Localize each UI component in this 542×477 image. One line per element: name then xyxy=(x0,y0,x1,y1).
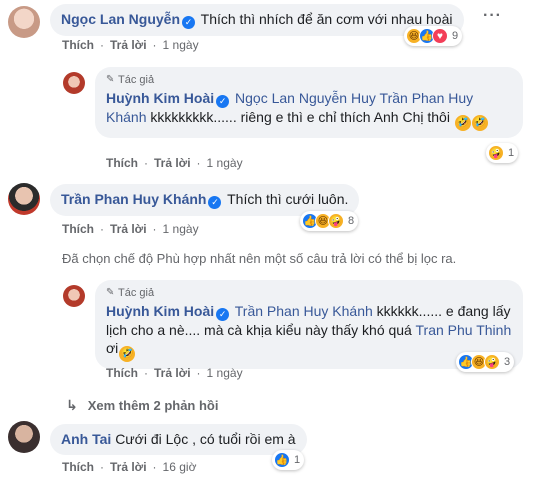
comment-actions: Thích · Trả lời · 1 ngày xyxy=(106,156,243,170)
pen-icon: ✎ xyxy=(106,74,115,85)
timestamp[interactable]: 1 ngày xyxy=(163,38,199,52)
comment-text: Thích thì nhích để ăn cơm với nhau hoài xyxy=(200,11,453,27)
reaction-count: 1 xyxy=(508,147,515,159)
timestamp[interactable]: 16 giờ xyxy=(163,460,197,474)
avatar[interactable] xyxy=(8,183,40,215)
reply-button[interactable]: Trả lời xyxy=(110,460,147,474)
commenter-name[interactable]: Huỳnh Kim Hoài xyxy=(106,303,214,319)
mention-link[interactable]: Trần Phan Huy Khánh xyxy=(235,303,373,319)
comment-text: Thích thì cưới luôn. xyxy=(227,191,349,207)
avatar[interactable] xyxy=(63,72,85,94)
comment-bubble: ✎ Tác giả Huỳnh Kim Hoài ✓ Ngọc Lan Nguyễn… xyxy=(95,67,523,138)
reply-button[interactable]: Trả lời xyxy=(110,38,147,52)
like-button[interactable]: Thích xyxy=(62,38,94,52)
rofl-emoji-icon: 🤣 xyxy=(454,115,471,131)
comment-actions: Thích · Trả lời · 1 ngày xyxy=(62,222,199,236)
care-icon: 🤪 xyxy=(488,145,504,161)
avatar[interactable] xyxy=(8,6,40,38)
rofl-emoji-icon: 🤣 xyxy=(471,115,488,131)
comment-bubble: Ngọc Lan Nguyễn ✓ Thích thì nhích để ăn c… xyxy=(50,4,464,36)
reply-button[interactable]: Trả lời xyxy=(154,156,191,170)
reply-button[interactable]: Trả lời xyxy=(154,366,191,380)
commenter-name[interactable]: Ngọc Lan Nguyễn xyxy=(61,11,180,27)
more-options-icon[interactable]: ··· xyxy=(483,7,502,25)
verified-icon: ✓ xyxy=(216,95,230,108)
pen-icon: ✎ xyxy=(106,287,115,298)
timestamp[interactable]: 1 ngày xyxy=(207,156,243,170)
reactions-summary[interactable]: 👍 😆 🤪 3 xyxy=(456,352,515,372)
reaction-count: 8 xyxy=(348,215,355,227)
rofl-emoji-icon: 🤣 xyxy=(119,346,136,362)
filter-notice: Đã chọn chế độ Phù hợp nhất nên một số c… xyxy=(62,251,457,266)
comment-bubble: Anh Tai Cưới đi Lộc , có tuổi rồi em à xyxy=(50,424,307,455)
mention-link[interactable]: Tran Phu Thinh xyxy=(416,322,512,338)
comment-actions: Thích · Trả lời · 1 ngày xyxy=(62,38,199,52)
reactions-summary[interactable]: 😆 👍 ♥ 9 xyxy=(404,26,463,46)
verified-icon: ✓ xyxy=(216,308,230,321)
like-icon: 👍 xyxy=(274,452,290,468)
author-badge: ✎ Tác giả xyxy=(106,74,155,86)
verified-icon: ✓ xyxy=(208,196,222,209)
reaction-count: 9 xyxy=(452,30,459,42)
like-button[interactable]: Thích xyxy=(106,366,138,380)
reply-arrow-icon: ↳ xyxy=(66,397,78,413)
care-icon: 🤪 xyxy=(328,213,344,229)
reactions-summary[interactable]: 🤪 1 xyxy=(486,143,519,163)
care-icon: 🤪 xyxy=(484,354,500,370)
commenter-name[interactable]: Trần Phan Huy Khánh xyxy=(61,191,206,207)
author-badge: ✎ Tác giả xyxy=(106,287,155,299)
timestamp[interactable]: 1 ngày xyxy=(163,222,199,236)
mention-link[interactable]: Ngọc Lan Nguyễn Huy xyxy=(235,90,376,106)
verified-icon: ✓ xyxy=(182,16,196,29)
commenter-name[interactable]: Anh Tai xyxy=(61,431,111,447)
reply-button[interactable]: Trả lời xyxy=(110,222,147,236)
reactions-summary[interactable]: 👍 1 xyxy=(272,450,305,470)
comment-text: kkkkkkkkk...... riêng e thì e chỉ thích … xyxy=(150,109,450,125)
view-more-replies-link[interactable]: ↳ Xem thêm 2 phản hồi xyxy=(66,397,218,414)
commenter-name[interactable]: Huỳnh Kim Hoài xyxy=(106,90,214,106)
love-icon: ♥ xyxy=(432,28,448,44)
reactions-summary[interactable]: 👍 😆 🤪 8 xyxy=(300,211,359,231)
comment-text: ơi xyxy=(106,340,119,356)
comment-actions: Thích · Trả lời · 16 giờ xyxy=(62,460,197,474)
like-button[interactable]: Thích xyxy=(62,460,94,474)
avatar[interactable] xyxy=(63,285,85,307)
like-button[interactable]: Thích xyxy=(106,156,138,170)
comment-actions: Thích · Trả lời · 1 ngày xyxy=(106,366,243,380)
avatar[interactable] xyxy=(8,421,40,453)
reaction-count: 1 xyxy=(294,454,301,466)
comment-text: Cưới đi Lộc , có tuổi rồi em à xyxy=(115,431,296,447)
timestamp[interactable]: 1 ngày xyxy=(207,366,243,380)
like-button[interactable]: Thích xyxy=(62,222,94,236)
reaction-count: 3 xyxy=(504,356,511,368)
